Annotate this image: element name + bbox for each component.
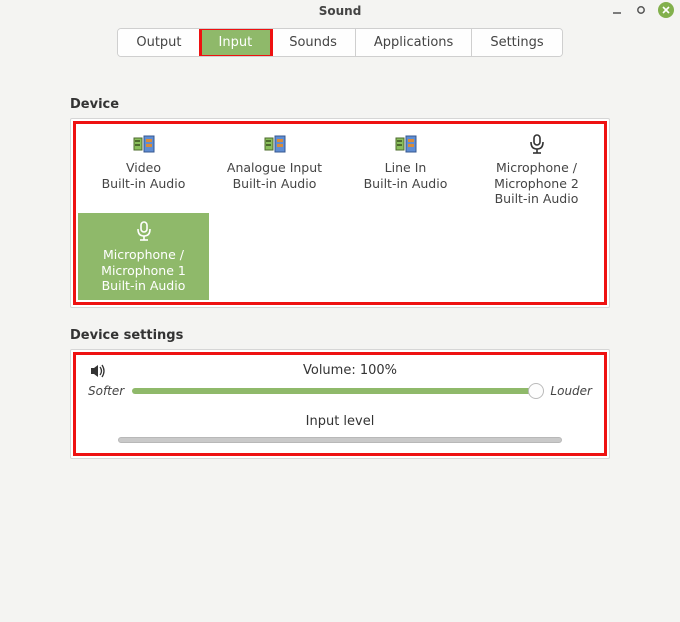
window-maximize-button[interactable] <box>634 3 648 17</box>
soundcard-icon <box>130 132 158 156</box>
device-settings-section-label: Device settings <box>70 328 610 343</box>
device-panel: VideoBuilt-in Audio Analogue InputBuilt-… <box>70 118 610 308</box>
tab-output[interactable]: Output <box>118 29 200 56</box>
device-section-label: Device <box>70 97 610 112</box>
window-title: Sound <box>319 4 362 18</box>
volume-louder-label: Louder <box>550 384 592 398</box>
volume-slider-thumb[interactable] <box>528 383 544 399</box>
device-label: Microphone / Microphone 2Built-in Audio <box>475 160 598 207</box>
device-settings-panel: Volume: 100% Softer Louder Input level <box>70 349 610 459</box>
window-minimize-button[interactable] <box>610 3 624 17</box>
input-level-meter <box>118 437 562 443</box>
volume-label: Volume: 100% <box>108 363 592 378</box>
device-item[interactable]: Microphone / Microphone 1Built-in Audio <box>78 213 209 300</box>
device-item[interactable]: VideoBuilt-in Audio <box>78 126 209 213</box>
soundcard-icon <box>392 132 420 156</box>
device-label: Analogue InputBuilt-in Audio <box>227 160 322 191</box>
input-level-label: Input level <box>88 414 592 429</box>
microphone-icon <box>130 219 158 243</box>
tab-settings[interactable]: Settings <box>472 29 561 56</box>
device-item[interactable]: Line InBuilt-in Audio <box>340 126 471 213</box>
device-item[interactable]: Microphone / Microphone 2Built-in Audio <box>471 126 602 213</box>
window-close-button[interactable] <box>658 2 674 18</box>
device-label: Line InBuilt-in Audio <box>364 160 448 191</box>
microphone-icon <box>523 132 551 156</box>
soundcard-icon <box>261 132 289 156</box>
volume-icon <box>88 363 108 379</box>
tab-applications[interactable]: Applications <box>356 29 472 56</box>
window-titlebar: Sound <box>0 0 680 22</box>
volume-softer-label: Softer <box>88 384 124 398</box>
device-label: VideoBuilt-in Audio <box>102 160 186 191</box>
device-item[interactable]: Analogue InputBuilt-in Audio <box>209 126 340 213</box>
tab-input[interactable]: Input <box>201 29 272 56</box>
device-label: Microphone / Microphone 1Built-in Audio <box>82 247 205 294</box>
tab-sounds[interactable]: Sounds <box>271 29 356 56</box>
volume-slider[interactable] <box>132 388 542 394</box>
tab-bar: Output Input Sounds Applications Setting… <box>117 28 562 57</box>
